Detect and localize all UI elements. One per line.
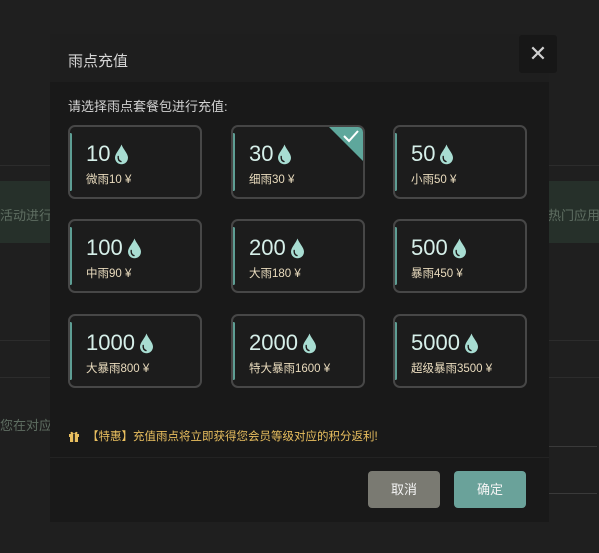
- dialog-body: 请选择雨点套餐包进行充值: 10 微雨10 ¥ 30 细雨30 ¥ 50 小雨50 ¥ 10…: [50, 82, 549, 522]
- background-banner-left-text: 活动进行: [0, 208, 53, 223]
- package-name: 暴雨450 ¥: [411, 268, 463, 280]
- package-card[interactable]: 500 暴雨450 ¥: [393, 219, 527, 293]
- package-amount: 10: [86, 141, 111, 166]
- package-amount-row: 100: [86, 236, 142, 260]
- package-amount-row: 500: [411, 236, 467, 260]
- promo-text: 【特惠】充值雨点将立即获得您会员等级对应的积分返利!: [87, 431, 378, 443]
- package-name: 大暴雨800 ¥: [86, 363, 150, 375]
- package-amount: 2000: [249, 330, 298, 355]
- package-amount: 500: [411, 235, 448, 260]
- package-name: 大雨180 ¥: [249, 268, 301, 280]
- gift-icon: [69, 431, 79, 442]
- package-name: 超级暴雨3500 ¥: [411, 363, 493, 375]
- promo-notice: 【特惠】充值雨点将立即获得您会员等级对应的积分返利!: [68, 428, 378, 444]
- cancel-button[interactable]: 取消: [368, 471, 440, 508]
- raindrop-icon: [278, 144, 292, 164]
- raindrop-icon: [115, 144, 129, 164]
- package-name: 微雨10 ¥: [86, 174, 132, 186]
- package-name: 特大暴雨1600 ¥: [249, 363, 331, 375]
- close-button[interactable]: ✕: [519, 35, 557, 73]
- confirm-button[interactable]: 确定: [454, 471, 526, 508]
- package-name: 中雨90 ¥: [86, 268, 132, 280]
- raindrop-icon: [440, 144, 454, 164]
- raindrop-icon: [452, 238, 466, 258]
- background-banner-right-text: 热门应用: [548, 208, 599, 223]
- package-amount-row: 2000: [249, 331, 317, 355]
- package-amount: 5000: [411, 330, 460, 355]
- package-amount: 200: [249, 235, 286, 260]
- package-card[interactable]: 50 小雨50 ¥: [393, 125, 527, 199]
- dialog-prompt: 请选择雨点套餐包进行充值:: [68, 99, 228, 114]
- package-card[interactable]: 100 中雨90 ¥: [68, 219, 202, 293]
- package-card[interactable]: 2000 特大暴雨1600 ¥: [231, 314, 365, 388]
- dialog-title: 雨点充值: [68, 53, 129, 70]
- raindrop-icon: [302, 333, 316, 353]
- raindrop-icon: [290, 238, 304, 258]
- package-name: 小雨50 ¥: [411, 174, 457, 186]
- package-amount-row: 1000: [86, 331, 154, 355]
- raindrop-icon: [127, 238, 141, 258]
- package-amount-row: 50: [411, 142, 454, 166]
- package-card[interactable]: 1000 大暴雨800 ¥: [68, 314, 202, 388]
- raindrop-icon: [464, 333, 478, 353]
- package-amount: 30: [249, 141, 274, 166]
- package-amount-row: 10: [86, 142, 129, 166]
- package-card[interactable]: 200 大雨180 ¥: [231, 219, 365, 293]
- check-icon: [343, 130, 359, 143]
- package-card[interactable]: 5000 超级暴雨3500 ¥: [393, 314, 527, 388]
- package-name: 细雨30 ¥: [249, 174, 295, 186]
- package-card[interactable]: 30 细雨30 ¥: [231, 125, 365, 199]
- dialog-header: 雨点充值: [50, 34, 549, 82]
- package-amount-row: 200: [249, 236, 305, 260]
- package-amount: 50: [411, 141, 436, 166]
- package-amount: 1000: [86, 330, 135, 355]
- package-card[interactable]: 10 微雨10 ¥: [68, 125, 202, 199]
- footer-divider: [50, 457, 549, 458]
- raindrop-icon: [139, 333, 153, 353]
- package-amount-row: 30: [249, 142, 292, 166]
- package-amount-row: 5000: [411, 331, 479, 355]
- package-amount: 100: [86, 235, 123, 260]
- close-icon: ✕: [528, 41, 548, 66]
